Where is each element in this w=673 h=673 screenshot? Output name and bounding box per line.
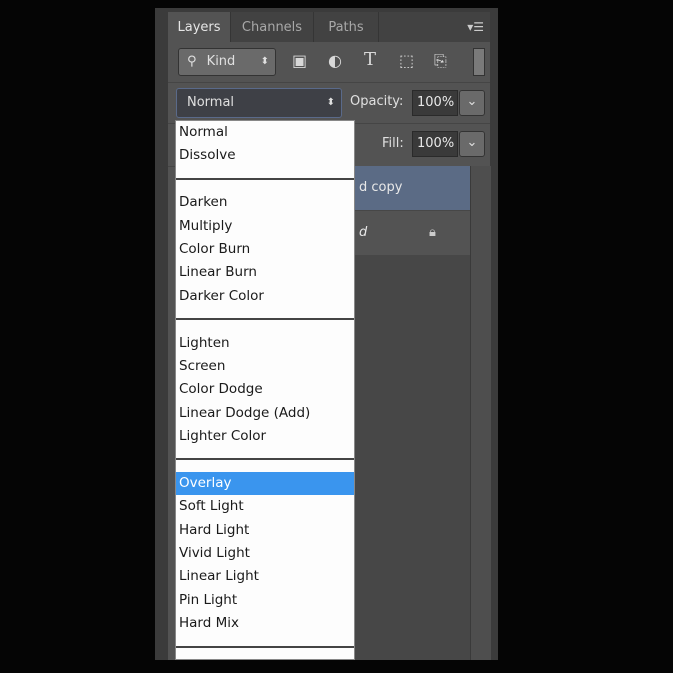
updown-icon: ⬍ <box>260 56 269 67</box>
blend-mode-value: Normal <box>187 95 235 110</box>
blend-mode-menu: Normal Dissolve Darken Multiply Color Burn Li… <box>175 120 355 660</box>
menu-item-overlay[interactable]: Overlay <box>176 471 354 496</box>
layer-name: d copy <box>359 180 403 195</box>
layer-item[interactable]: d copy <box>355 166 470 210</box>
smart-object-filter-icon[interactable]: ⎘ <box>434 51 447 71</box>
menu-item-darken[interactable]: Darken <box>176 191 354 214</box>
menu-item-dissolve[interactable]: Dissolve <box>176 144 354 167</box>
menu-item-lighter-color[interactable]: Lighter Color <box>176 425 354 448</box>
menu-item-linear-dodge-add[interactable]: Linear Dodge (Add) <box>176 402 354 425</box>
tab-channels[interactable]: Channels <box>231 12 314 42</box>
menu-item-color-dodge[interactable]: Color Dodge <box>176 378 354 401</box>
menu-item-screen[interactable]: Screen <box>176 355 354 378</box>
filter-kind-select[interactable]: ⚲ Kind ⬍ <box>178 48 276 76</box>
image-filter-icon[interactable]: ▣ <box>292 51 307 70</box>
menu-separator <box>176 308 354 331</box>
opacity-input[interactable]: 100% <box>412 90 458 116</box>
filter-toggle[interactable] <box>473 48 485 76</box>
panel-menu-icon[interactable]: ▾☰ <box>467 20 484 34</box>
menu-item-hard-mix[interactable]: Hard Mix <box>176 612 354 635</box>
menu-item-pin-light[interactable]: Pin Light <box>176 589 354 612</box>
type-filter-icon[interactable]: T <box>364 49 376 70</box>
menu-separator <box>176 636 354 659</box>
search-icon: ⚲ <box>187 54 197 69</box>
fill-label: Fill: <box>382 136 404 151</box>
menu-item-vivid-light[interactable]: Vivid Light <box>176 542 354 565</box>
menu-item-multiply[interactable]: Multiply <box>176 215 354 238</box>
menu-separator <box>176 168 354 191</box>
layer-name: d <box>359 225 368 240</box>
opacity-label: Opacity: <box>350 94 404 109</box>
filter-row: ⚲ Kind ⬍ ▣ ◐ T ⬚ ⎘ <box>168 42 490 83</box>
menu-item-lighten[interactable]: Lighten <box>176 332 354 355</box>
menu-item-normal[interactable]: Normal <box>176 121 354 144</box>
panel-tabs: Layers Channels Paths ▾☰ <box>168 12 490 42</box>
menu-item-soft-light[interactable]: Soft Light <box>176 495 354 518</box>
filter-kind-label: Kind <box>206 54 236 69</box>
menu-separator <box>176 448 354 471</box>
menu-item-color-burn[interactable]: Color Burn <box>176 238 354 261</box>
blend-row: Normal ⬍ Opacity: 100% ⌄ <box>168 83 490 124</box>
layer-list: d copy d 🔒︎ <box>355 166 470 660</box>
shape-filter-icon[interactable]: ⬚ <box>399 51 414 70</box>
tab-layers[interactable]: Layers <box>168 12 231 42</box>
blend-mode-select[interactable]: Normal ⬍ <box>176 88 342 118</box>
layer-item[interactable]: d 🔒︎ <box>355 211 470 255</box>
fill-input[interactable]: 100% <box>412 131 458 157</box>
adjustment-filter-icon[interactable]: ◐ <box>328 51 342 70</box>
tab-paths[interactable]: Paths <box>314 12 379 42</box>
menu-item-darker-color[interactable]: Darker Color <box>176 285 354 308</box>
opacity-dropdown-button[interactable]: ⌄ <box>459 90 485 116</box>
lock-icon: 🔒︎ <box>429 225 436 240</box>
menu-item-linear-light[interactable]: Linear Light <box>176 565 354 588</box>
layer-scrollbar[interactable] <box>470 166 491 660</box>
menu-item-hard-light[interactable]: Hard Light <box>176 519 354 542</box>
updown-icon: ⬍ <box>326 97 335 108</box>
fill-dropdown-button[interactable]: ⌄ <box>459 131 485 157</box>
menu-item-linear-burn[interactable]: Linear Burn <box>176 261 354 284</box>
